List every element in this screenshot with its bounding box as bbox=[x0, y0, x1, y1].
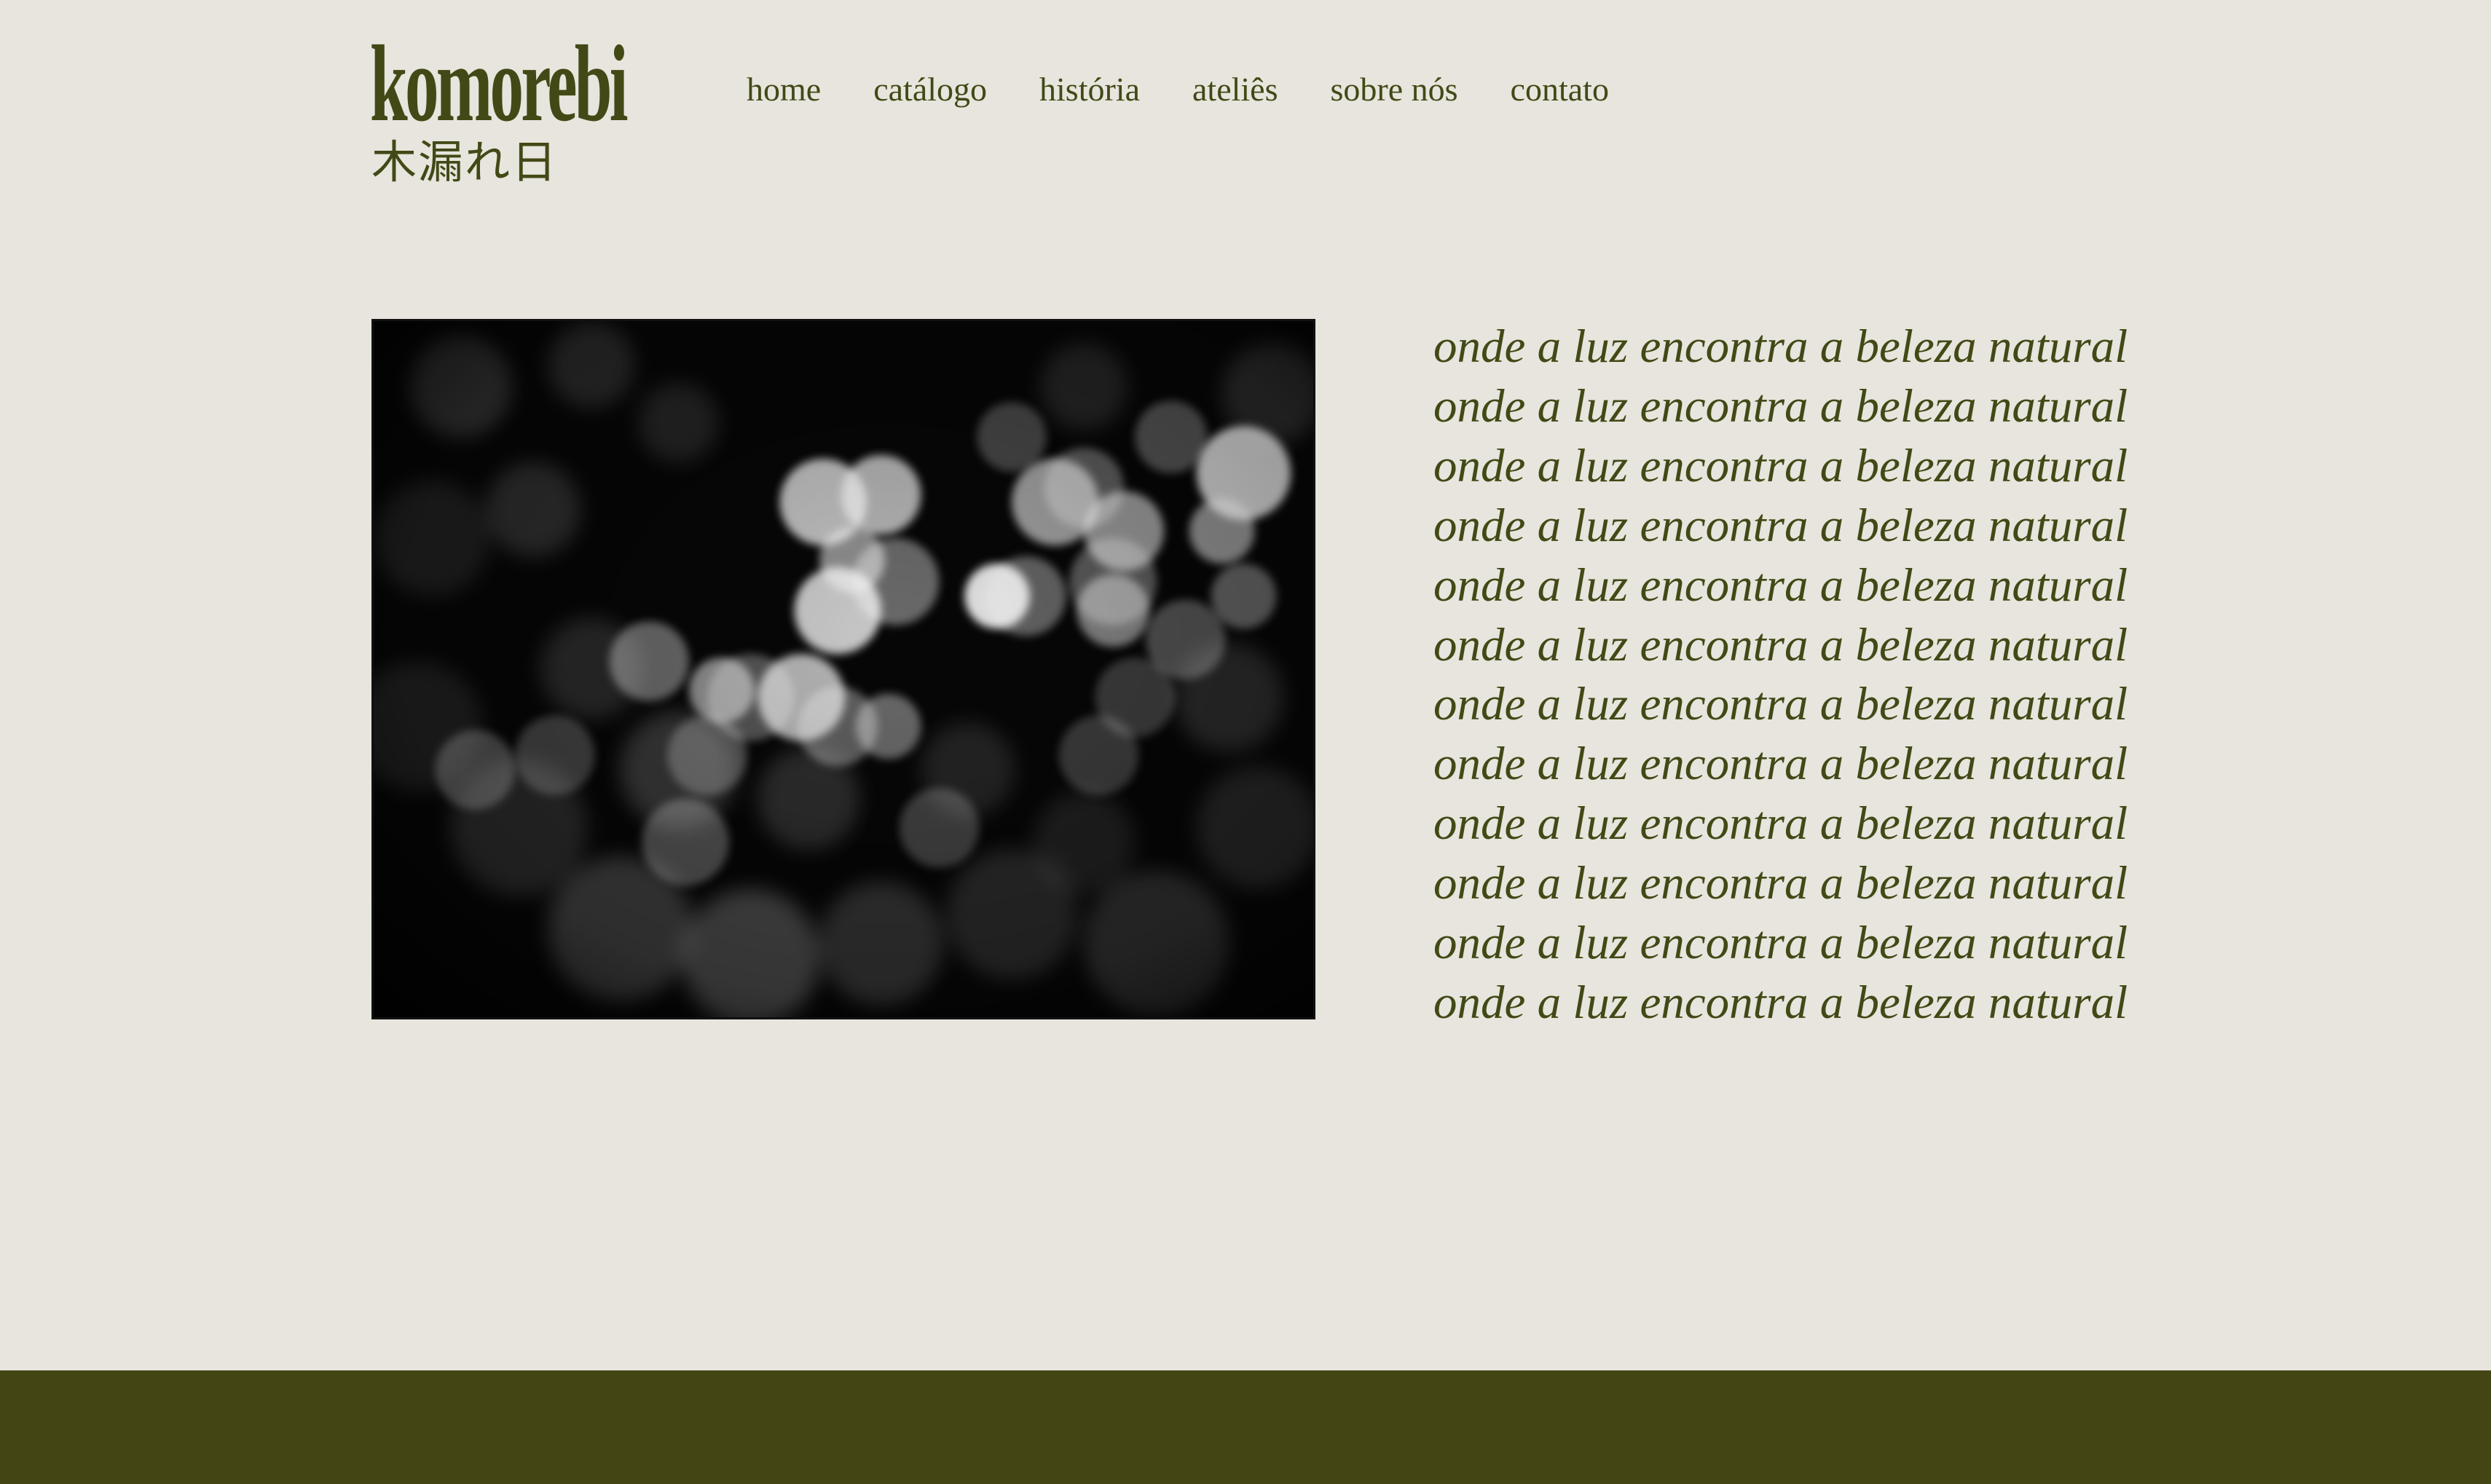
tagline-line: onde a luz encontra a beleza natural bbox=[1433, 976, 2128, 1029]
tagline-line: onde a luz encontra a beleza natural bbox=[1433, 320, 2128, 373]
tagline-line: onde a luz encontra a beleza natural bbox=[1433, 618, 2128, 671]
nav-link-sobre-nos[interactable]: sobre nós bbox=[1331, 71, 1458, 108]
hero-bokeh-photo bbox=[371, 319, 1315, 1019]
brand-logo-wordmark[interactable]: komorebi bbox=[370, 29, 629, 138]
tagline-line: onde a luz encontra a beleza natural bbox=[1433, 439, 2128, 492]
tagline-line: onde a luz encontra a beleza natural bbox=[1433, 678, 2128, 731]
nav-link-contato[interactable]: contato bbox=[1511, 71, 1609, 108]
tagline-line: onde a luz encontra a beleza natural bbox=[1433, 797, 2128, 850]
hero-tagline: onde a luz encontra a beleza natural ond… bbox=[1433, 317, 2128, 1033]
main-nav: home catálogo história ateliês sobre nós… bbox=[747, 71, 1661, 108]
tagline-line: onde a luz encontra a beleza natural bbox=[1433, 917, 2128, 970]
tagline-line: onde a luz encontra a beleza natural bbox=[1433, 738, 2128, 791]
footer-bar bbox=[0, 1370, 2491, 1484]
nav-link-historia[interactable]: história bbox=[1039, 71, 1140, 108]
tagline-line: onde a luz encontra a beleza natural bbox=[1433, 857, 2128, 910]
bokeh-leaves-photo-graphic bbox=[374, 321, 1313, 1017]
nav-link-atelies[interactable]: ateliês bbox=[1192, 71, 1278, 108]
tagline-line: onde a luz encontra a beleza natural bbox=[1433, 499, 2128, 552]
brand-logo-kanji: 木漏れ日 bbox=[371, 135, 559, 189]
nav-link-home[interactable]: home bbox=[747, 71, 821, 108]
nav-link-catalogo[interactable]: catálogo bbox=[873, 71, 987, 108]
tagline-line: onde a luz encontra a beleza natural bbox=[1433, 379, 2128, 433]
tagline-line: onde a luz encontra a beleza natural bbox=[1433, 559, 2128, 612]
